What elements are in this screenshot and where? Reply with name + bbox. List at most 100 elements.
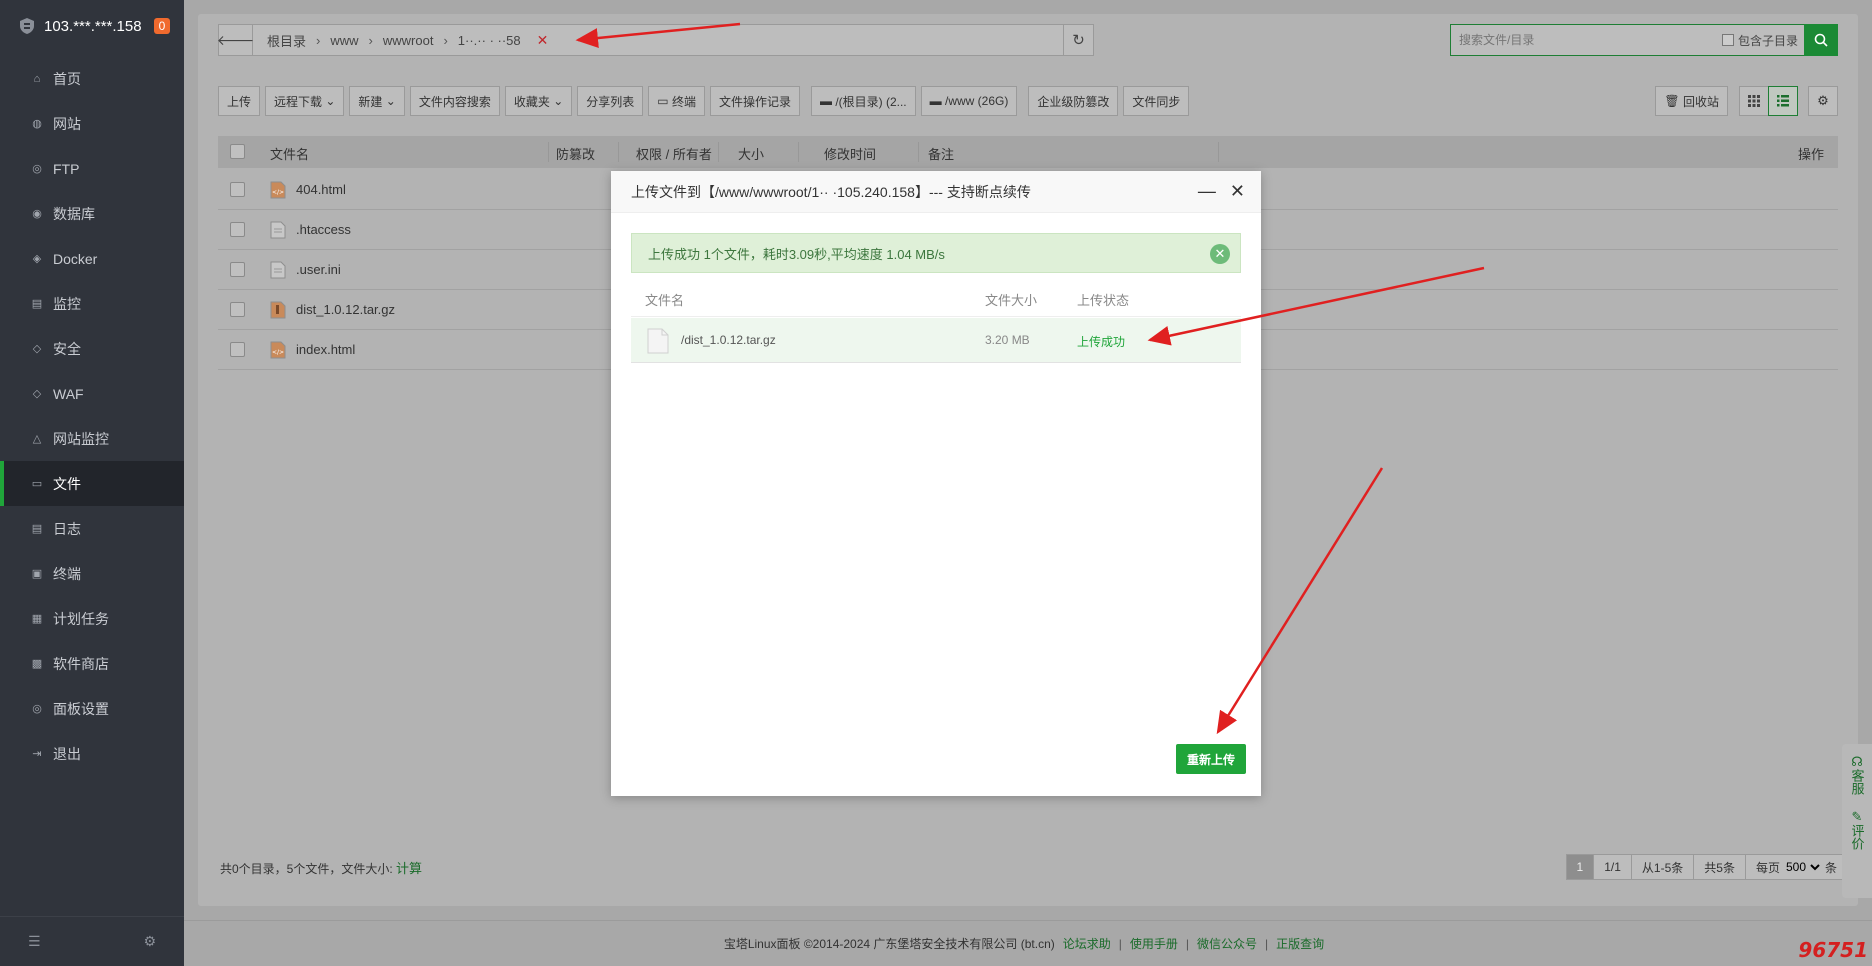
page-footer: 宝塔Linux面板 ©2014-2024 广东堡塔安全技术有限公司 (bt.cn… <box>184 920 1872 966</box>
row-checkbox[interactable] <box>230 262 245 277</box>
content-search-button[interactable]: 文件内容搜索 <box>409 86 500 116</box>
terminal-button[interactable]: ▭ 终端 <box>648 86 705 116</box>
upload-table-header: 文件名 文件大小 上传状态 <box>631 283 1241 317</box>
crumb-www[interactable]: www <box>330 33 358 48</box>
sidebar-item-7[interactable]: ◇ WAF <box>0 371 184 416</box>
sidebar-item-13[interactable]: ▩ 软件商店 <box>0 641 184 686</box>
col-mtime[interactable]: 修改时间 <box>824 144 876 163</box>
calc-size-link[interactable]: 计算 <box>396 861 422 876</box>
favorites-button[interactable]: 收藏夹 ⌄ <box>504 86 573 116</box>
collapse-menu-icon[interactable]: ☰ <box>28 933 41 950</box>
notification-badge[interactable]: 0 <box>153 18 171 34</box>
column-divider <box>548 142 549 162</box>
column-divider <box>1218 142 1219 162</box>
tamper-button[interactable]: 企业级防篡改 <box>1028 86 1119 116</box>
review-label: 评价 <box>1849 824 1865 850</box>
crumb-wwwroot[interactable]: wwwroot <box>383 33 434 48</box>
sidebar-item-label: 安全 <box>53 340 81 357</box>
sidebar-item-15[interactable]: ⇥ 退出 <box>0 731 184 776</box>
server-ip: 103.***.***.158 <box>44 17 142 35</box>
back-arrow-icon[interactable]: 🡐 <box>217 25 254 55</box>
file-name[interactable]: .user.ini <box>296 262 341 277</box>
sidebar-item-label: 监控 <box>53 295 81 312</box>
file-icon <box>647 328 669 354</box>
sidebar-item-9[interactable]: ▭ 文件 <box>0 461 184 506</box>
per-page-select[interactable]: 500 <box>1781 859 1823 875</box>
customer-service-button[interactable]: ☊ 客服 <box>1850 754 1865 795</box>
upload-button[interactable]: 上传 <box>218 86 261 116</box>
include-subdir-checkbox[interactable]: 包含子目录 <box>1721 32 1798 49</box>
file-name[interactable]: .htaccess <box>296 222 351 237</box>
reupload-button[interactable]: 重新上传 <box>1176 744 1246 774</box>
footer-link-license[interactable]: 正版查询 <box>1276 935 1324 952</box>
sidebar-item-2[interactable]: ◎ FTP <box>0 146 184 191</box>
col-ops: 操作 <box>1797 147 1824 162</box>
per-page-label: 每页 <box>1755 860 1780 875</box>
sidebar-item-12[interactable]: ▦ 计划任务 <box>0 596 184 641</box>
folder-icon: ▭ <box>31 478 43 490</box>
sidebar-item-1[interactable]: ◍ 网站 <box>0 101 184 146</box>
col-note: 备注 <box>928 147 955 162</box>
remote-download-button[interactable]: 远程下载 ⌄ <box>265 86 345 116</box>
watermark-logo: 96751 <box>1798 938 1868 962</box>
close-icon[interactable]: ✕ <box>1230 182 1245 200</box>
list-view-icon[interactable] <box>1768 86 1798 116</box>
file-name[interactable]: index.html <box>296 342 355 357</box>
sidebar-item-label: 数据库 <box>53 205 95 222</box>
sidebar-item-10[interactable]: ▤ 日志 <box>0 506 184 551</box>
upload-status: 上传成功 <box>1077 335 1126 349</box>
disk-icon: ▬ <box>929 94 945 108</box>
grid-view-icon[interactable] <box>1739 86 1769 116</box>
minimize-icon[interactable]: — <box>1198 182 1216 200</box>
refresh-icon[interactable]: ↻ <box>1063 25 1093 55</box>
page-current[interactable]: 1 <box>1565 854 1595 880</box>
sidebar-item-label: 计划任务 <box>53 610 109 627</box>
sidebar-item-6[interactable]: ◇ 安全 <box>0 326 184 371</box>
file-sync-button[interactable]: 文件同步 <box>1123 86 1190 116</box>
close-icon[interactable]: ✕ <box>537 32 549 49</box>
review-button[interactable]: ✎ 评价 <box>1850 809 1865 850</box>
dir-summary: 共0个目录，5个文件，文件大小: 计算 <box>220 858 422 877</box>
sidebar-item-8[interactable]: △ 网站监控 <box>0 416 184 461</box>
select-all-checkbox[interactable] <box>230 144 245 159</box>
share-list-button[interactable]: 分享列表 <box>577 86 644 116</box>
sidebar-item-5[interactable]: ▤ 监控 <box>0 281 184 326</box>
checkbox-icon[interactable] <box>1721 34 1734 46</box>
sidebar-item-label: 退出 <box>53 745 81 762</box>
sidebar-item-label: Docker <box>53 250 98 267</box>
crumb-site[interactable]: 1··.·· · ··58 <box>458 33 521 48</box>
search-box: 包含子目录 <box>1450 24 1838 56</box>
file-name[interactable]: 404.html <box>296 182 346 197</box>
row-checkbox[interactable] <box>230 342 245 357</box>
file-name[interactable]: dist_1.0.12.tar.gz <box>296 302 395 317</box>
gear-icon[interactable]: ⚙ <box>143 933 156 950</box>
col-name[interactable]: 文件名 <box>270 144 309 163</box>
sidebar-item-label: 网站 <box>53 115 81 132</box>
sidebar-item-0[interactable]: ⌂ 首页 <box>0 56 184 101</box>
row-checkbox[interactable] <box>230 222 245 237</box>
settings-gear-icon[interactable]: ⚙ <box>1808 86 1838 116</box>
sidebar-item-14[interactable]: ◎ 面板设置 <box>0 686 184 731</box>
sidebar-item-11[interactable]: ▣ 终端 <box>0 551 184 596</box>
op-log-button[interactable]: 文件操作记录 <box>709 86 800 116</box>
footer-link-manual[interactable]: 使用手册 <box>1130 935 1178 952</box>
row-checkbox[interactable] <box>230 182 245 197</box>
disk-www-button[interactable]: ▬ /www (26G) <box>920 86 1018 116</box>
disk-root-button[interactable]: ▬ /(根目录) (2... <box>810 86 916 116</box>
sidebar-item-3[interactable]: ◉ 数据库 <box>0 191 184 236</box>
crumb-root[interactable]: 根目录 <box>267 31 306 50</box>
sidebar-item-label: 软件商店 <box>53 655 109 672</box>
close-circle-icon[interactable]: ✕ <box>1210 244 1230 264</box>
search-button[interactable] <box>1804 24 1838 56</box>
row-checkbox[interactable] <box>230 302 245 317</box>
settings-icon: ◎ <box>32 703 42 715</box>
search-input[interactable] <box>1451 26 1722 54</box>
col-size[interactable]: 大小 <box>738 144 764 163</box>
sidebar-item-4[interactable]: ◈ Docker <box>0 236 184 281</box>
trash-icon: 🗑 <box>1664 94 1683 108</box>
footer-link-wechat[interactable]: 微信公众号 <box>1197 935 1257 952</box>
footer-link-forum[interactable]: 论坛求助 <box>1063 935 1111 952</box>
per-page-control: 每页 500 条 <box>1744 854 1848 880</box>
new-button[interactable]: 新建 ⌄ <box>349 86 405 116</box>
recycle-bin-button[interactable]: 🗑 回收站 <box>1655 86 1728 116</box>
